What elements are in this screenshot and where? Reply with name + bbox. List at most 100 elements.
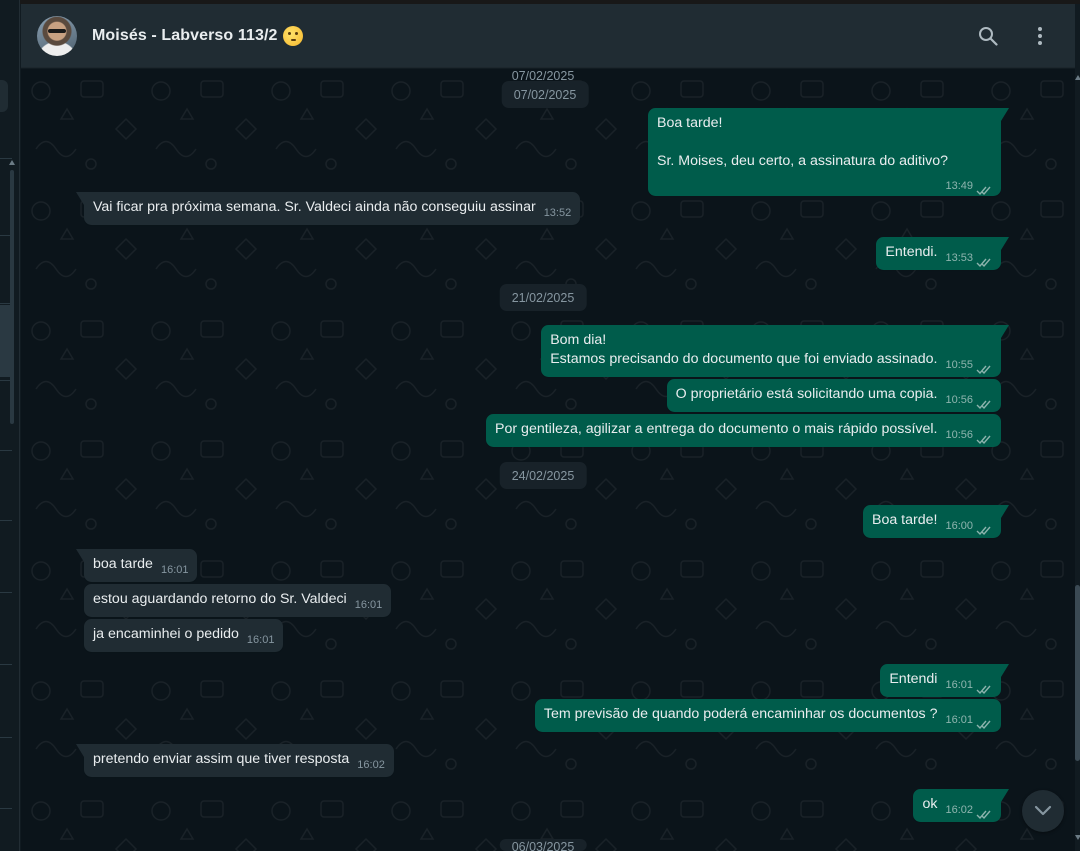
message-text: Tem previsão de quando poderá encaminhar…	[543, 706, 938, 722]
date-divider-partial: 06/03/2025	[499, 839, 587, 851]
date-divider-partial: 07/02/2025	[511, 71, 575, 81]
message-meta: 10:56	[945, 394, 992, 410]
message-text: O proprietário está solicitando uma copi…	[675, 386, 938, 402]
message-meta: 16:02	[945, 804, 992, 820]
message-time: 16:02	[357, 759, 385, 771]
whatsapp-window: Moisés - Labverso 113/2 07/02/2025 07/02…	[0, 0, 1080, 851]
message-time: 16:00	[945, 520, 973, 532]
message-outgoing[interactable]: Por gentileza, agilizar a entrega do doc…	[486, 414, 1001, 447]
message-outgoing[interactable]: Entendi. 13:53	[876, 237, 1009, 270]
message-outgoing[interactable]: Tem previsão de quando poderá encaminhar…	[534, 699, 1001, 732]
message-outgoing[interactable]: Bom dia! Estamos precisando do documento…	[541, 325, 1009, 377]
message-time: 10:56	[945, 429, 973, 441]
message-text: ok	[922, 796, 938, 812]
message-meta: 13:52	[544, 207, 572, 223]
message-meta: 16:02	[357, 759, 385, 775]
message-time: 16:02	[945, 804, 973, 816]
divider	[0, 303, 12, 304]
contact-name[interactable]: Moisés - Labverso 113/2	[92, 27, 278, 45]
message-text: pretendo enviar assim que tiver resposta	[93, 751, 350, 767]
scroll-down-arrow[interactable]	[1075, 835, 1080, 840]
chat-header[interactable]: Moisés - Labverso 113/2	[21, 4, 1075, 68]
message-text: Vai ficar pra próxima semana. Sr. Valdec…	[93, 199, 536, 215]
divider	[0, 737, 12, 738]
message-incoming[interactable]: estou aguardando retorno do Sr. Valdeci …	[84, 584, 392, 617]
divider	[0, 380, 12, 381]
message-outgoing[interactable]: O proprietário está solicitando uma copi…	[666, 379, 1001, 412]
message-outgoing[interactable]: Boa tarde! 16:00	[863, 505, 1009, 538]
message-time: 16:01	[160, 564, 189, 576]
chevron-down-icon	[1034, 805, 1052, 816]
divider	[0, 235, 12, 236]
header-actions	[977, 4, 1051, 68]
message-meta: 10:56	[945, 429, 992, 445]
shushing-face-emoji-icon	[282, 25, 303, 46]
message-time: 16:01	[945, 714, 973, 726]
message-meta: 13:49	[945, 180, 992, 196]
message-text: estou aguardando retorno do Sr. Valdeci	[93, 591, 347, 607]
message-meta: 13:53	[945, 252, 992, 268]
message-time: 10:56	[945, 394, 973, 406]
message-time: 16:01	[945, 679, 973, 691]
double-check-icon	[976, 258, 991, 268]
message-list-scrollbar[interactable]	[1075, 69, 1080, 851]
message-text: Por gentileza, agilizar a entrega do doc…	[495, 421, 938, 437]
message-meta: 16:01	[945, 679, 992, 695]
message-meta: 16:01	[355, 599, 383, 615]
message-incoming[interactable]: Vai ficar pra próxima semana. Sr. Valdec…	[75, 192, 581, 225]
avatar[interactable]	[37, 15, 77, 56]
divider	[0, 808, 12, 809]
divider	[0, 664, 12, 665]
scroll-up-arrow[interactable]	[1075, 75, 1080, 80]
message-meta: 16:01	[945, 714, 992, 730]
message-outgoing[interactable]: Boa tarde! Sr. Moises, deu certo, a assi…	[648, 108, 1009, 196]
message-incoming[interactable]: pretendo enviar assim que tiver resposta…	[76, 744, 394, 777]
chat-list-edge	[0, 0, 20, 851]
double-check-icon	[976, 400, 991, 410]
date-divider: 21/02/2025	[499, 284, 587, 311]
chat-list-search-edge[interactable]	[0, 80, 8, 112]
message-text: Bom dia! Estamos precisando do documento…	[550, 332, 938, 367]
message-time: 10:55	[945, 359, 973, 371]
contact-title[interactable]: Moisés - Labverso 113/2	[92, 25, 303, 46]
double-check-icon	[976, 365, 991, 375]
double-check-icon	[976, 526, 991, 536]
message-meta: 16:01	[247, 634, 275, 650]
menu-dots-icon[interactable]	[1029, 25, 1051, 47]
message-outgoing[interactable]: Entendi 16:01	[880, 664, 1009, 697]
message-time: 13:53	[945, 252, 973, 264]
divider	[0, 158, 12, 159]
scroll-to-bottom-button[interactable]	[1022, 790, 1064, 832]
message-text: Boa tarde! Sr. Moises, deu certo, a assi…	[657, 115, 949, 169]
double-check-icon	[976, 720, 991, 730]
double-check-icon	[976, 186, 991, 196]
message-time: 13:49	[945, 180, 973, 192]
message-text: ja encaminhei o pedido	[93, 626, 239, 642]
message-text: boa tarde	[93, 556, 153, 572]
chat-list-scrollbar[interactable]	[10, 170, 14, 424]
message-meta: 16:01	[161, 564, 189, 580]
double-check-icon	[976, 435, 991, 445]
scrollbar-thumb[interactable]	[1075, 585, 1080, 761]
message-text: Entendi.	[885, 244, 938, 260]
message-meta: 16:00	[945, 520, 992, 536]
message-text: Entendi	[889, 671, 938, 687]
message-list[interactable]: 07/02/2025 07/02/2025 Boa tarde! Sr. Moi…	[21, 69, 1075, 851]
chat-list-selected-item-edge[interactable]	[0, 305, 10, 377]
message-text: Boa tarde!	[872, 512, 938, 528]
search-icon[interactable]	[977, 25, 999, 47]
message-incoming[interactable]: ja encaminhei o pedido 16:01	[84, 619, 284, 652]
double-check-icon	[976, 685, 991, 695]
divider	[0, 450, 12, 451]
divider	[0, 592, 12, 593]
message-meta: 10:55	[945, 359, 992, 375]
message-time: 16:01	[246, 634, 275, 646]
message-incoming[interactable]: boa tarde 16:01	[75, 549, 198, 582]
double-check-icon	[976, 810, 991, 820]
date-divider: 24/02/2025	[499, 462, 587, 489]
message-time: 16:01	[354, 599, 383, 611]
date-divider: 07/02/2025	[501, 81, 589, 108]
divider	[0, 520, 12, 521]
message-outgoing[interactable]: ok 16:02	[913, 789, 1009, 822]
chat-list-scroll-up-arrow[interactable]	[9, 160, 15, 165]
